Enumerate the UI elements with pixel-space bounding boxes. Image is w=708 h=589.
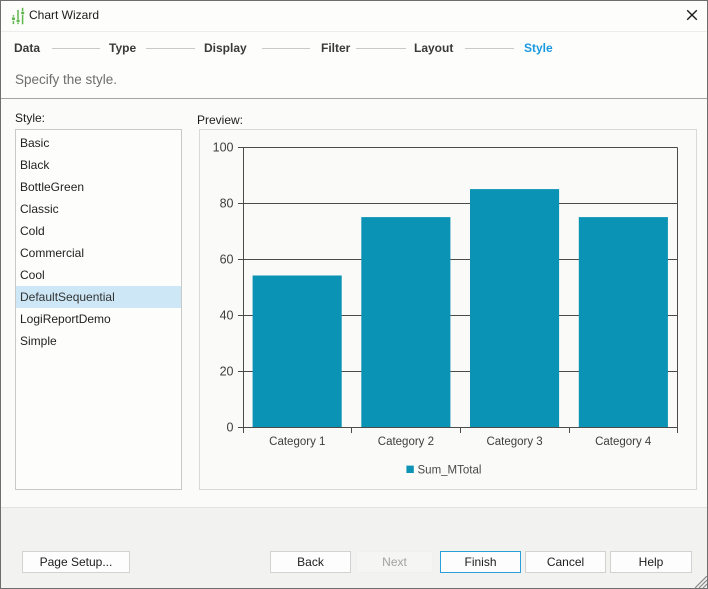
svg-text:80: 80 [220, 197, 234, 211]
svg-text:40: 40 [220, 309, 234, 323]
svg-text:0: 0 [227, 421, 234, 435]
svg-text:Category 2: Category 2 [378, 436, 434, 448]
svg-text:Category 3: Category 3 [486, 436, 542, 448]
svg-text:Sum_MTotal: Sum_MTotal [418, 465, 482, 477]
svg-text:Category 4: Category 4 [595, 436, 652, 448]
svg-text:20: 20 [220, 365, 234, 379]
svg-text:60: 60 [220, 253, 234, 267]
svg-text:Category 1: Category 1 [269, 436, 325, 448]
svg-text:100: 100 [213, 141, 234, 155]
